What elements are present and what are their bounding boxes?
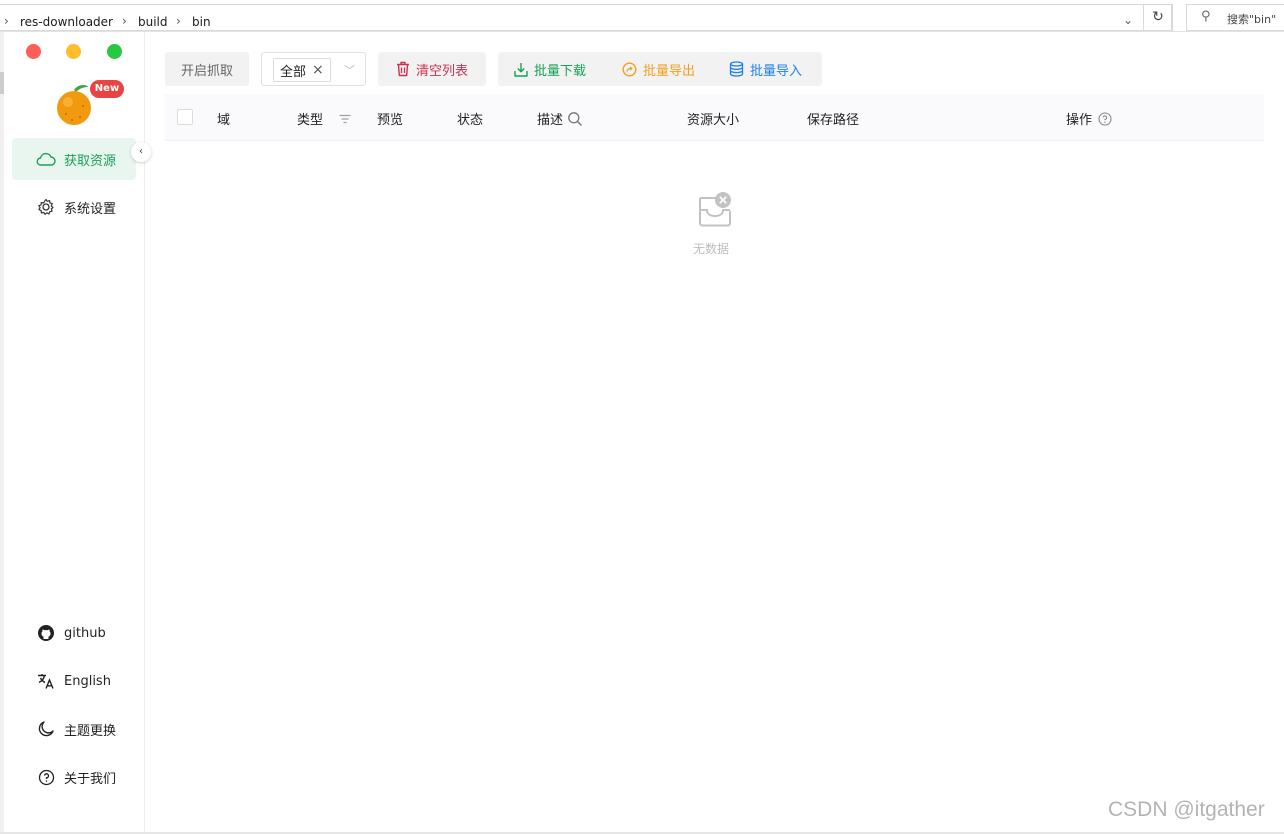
cloud-icon	[36, 149, 56, 169]
github-icon	[36, 623, 56, 643]
orange-logo-icon	[57, 85, 91, 125]
filter-tag: 全部 ×	[273, 58, 331, 82]
batch-download-label: 批量下载	[534, 63, 587, 79]
watermark: CSDN @itgather	[1108, 798, 1265, 821]
start-capture-button[interactable]: 开启抓取	[165, 52, 249, 86]
batch-import-button[interactable]: 批量导入	[729, 52, 802, 86]
explorer-address-bar: › res-downloader › build › bin ⌄ ↻ ⚲ 搜索"…	[0, 0, 1284, 32]
help-circle-icon	[36, 767, 56, 787]
filter-tag-label: 全部	[280, 64, 307, 80]
collapse-sidebar-button[interactable]: ‹	[131, 142, 151, 162]
address-box[interactable]: › res-downloader › build › bin ⌄	[0, 4, 1172, 31]
column-save-path: 保存路径	[807, 113, 860, 128]
nav-label: English	[64, 673, 111, 689]
close-icon[interactable]: ×	[312, 62, 324, 78]
window-maximize-button[interactable]	[107, 44, 122, 59]
batch-download-button[interactable]: 批量下载	[514, 52, 586, 86]
empty-state-text: 无数据	[693, 242, 730, 256]
batch-export-button[interactable]: 批量导出	[622, 52, 695, 86]
export-icon	[622, 61, 637, 77]
sidebar: New 获取资源 系统设置 github English 主题更换 关于我们	[4, 32, 145, 832]
nav-label: 主题更换	[64, 723, 117, 739]
window-minimize-button[interactable]	[66, 44, 81, 59]
trash-icon	[396, 61, 410, 77]
search-placeholder: 搜索"bin"	[1227, 13, 1277, 26]
nav-item-settings[interactable]: 系统设置	[12, 186, 136, 228]
column-status: 状态	[457, 113, 484, 128]
chevron-right-icon: ›	[122, 14, 127, 28]
help-circle-icon[interactable]	[1098, 111, 1112, 126]
moon-icon	[36, 719, 56, 739]
gear-icon	[36, 197, 56, 217]
column-domain: 域	[217, 113, 231, 128]
database-icon	[729, 61, 744, 77]
batch-export-label: 批量导出	[643, 63, 696, 79]
explorer-search-input[interactable]: ⚲ 搜索"bin"	[1186, 4, 1284, 31]
search-icon[interactable]	[567, 111, 583, 127]
nav-item-theme[interactable]: 主题更换	[12, 708, 136, 750]
nav-label: 关于我们	[64, 771, 117, 787]
chevron-right-icon: ›	[176, 14, 181, 28]
new-badge: New	[90, 80, 124, 98]
nav-label: 获取资源	[64, 153, 117, 169]
breadcrumb-build[interactable]: build	[138, 15, 168, 29]
column-type: 类型	[297, 109, 351, 128]
refresh-icon: ↻	[1152, 9, 1164, 25]
search-icon: ⚲	[1201, 9, 1211, 24]
column-preview: 预览	[377, 113, 404, 128]
column-size: 资源大小	[687, 113, 740, 128]
nav-label: 系统设置	[64, 201, 117, 217]
window-close-button[interactable]	[26, 44, 41, 59]
breadcrumb-bin[interactable]: bin	[192, 15, 211, 29]
type-filter-select[interactable]: 全部 × ﹀	[261, 52, 366, 86]
address-dropdown-icon[interactable]: ⌄	[1119, 13, 1137, 31]
nav-item-get-resources[interactable]: 获取资源	[12, 138, 136, 180]
start-capture-label: 开启抓取	[180, 63, 233, 79]
refresh-button[interactable]: ↻	[1143, 4, 1173, 31]
chevron-right-icon: ›	[4, 14, 9, 28]
breadcrumb-res-downloader[interactable]: res-downloader	[20, 15, 113, 29]
batch-import-label: 批量导入	[750, 63, 803, 79]
nav-item-github[interactable]: github	[12, 612, 136, 654]
nav-item-about[interactable]: 关于我们	[12, 756, 136, 798]
translate-icon	[36, 671, 56, 691]
clear-list-label: 清空列表	[415, 63, 468, 79]
table-header: 域 类型 预览 状态 描述 资源大小 保存路径 操作	[165, 94, 1264, 141]
empty-inbox-icon	[699, 192, 731, 227]
nav-label: github	[64, 625, 106, 641]
filter-icon[interactable]	[339, 114, 351, 124]
batch-actions-group: 批量下载 批量导出 批量导入	[498, 52, 822, 86]
column-actions: 操作	[1066, 109, 1112, 128]
chevron-left-icon: ‹	[139, 146, 143, 157]
chevron-down-icon: ﹀	[344, 64, 355, 77]
clear-list-button[interactable]: 清空列表	[378, 52, 486, 86]
select-all-checkbox[interactable]	[177, 109, 193, 125]
download-icon	[514, 62, 528, 77]
nav-item-language[interactable]: English	[12, 660, 136, 702]
column-description: 描述	[537, 109, 583, 128]
